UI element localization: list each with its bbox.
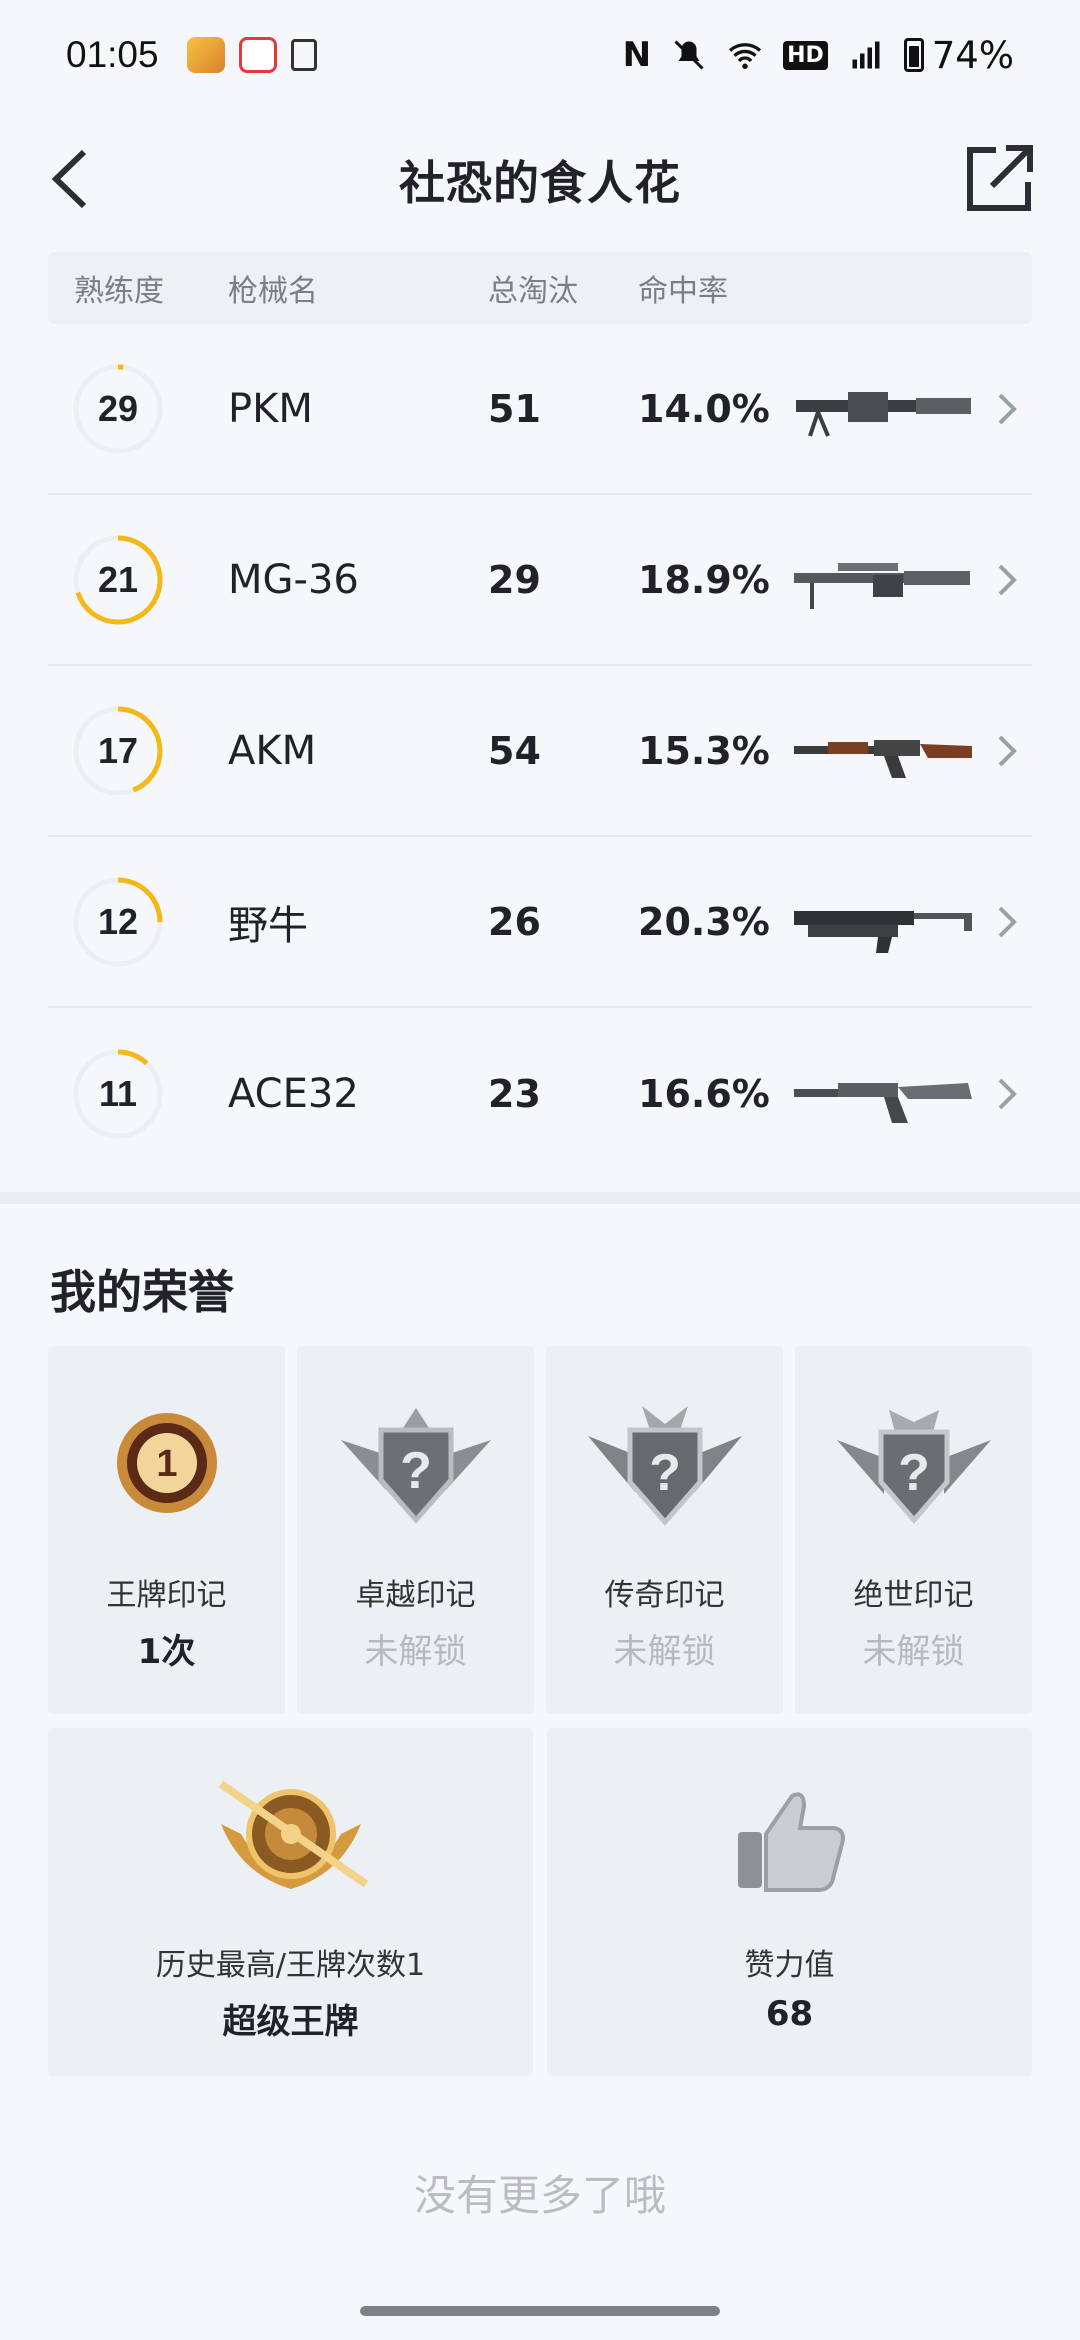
badge-label: 王牌印记 bbox=[106, 1578, 227, 1613]
home-indicator[interactable] bbox=[360, 2306, 720, 2316]
ace-medal-icon: 1 bbox=[116, 1413, 217, 1513]
weapon-row[interactable]: 29 PKM 51 14.0% bbox=[48, 324, 1032, 495]
svg-text:1: 1 bbox=[156, 1443, 177, 1485]
status-bar: 01:05 N HD 74% bbox=[0, 0, 1080, 110]
column-hit-rate: 命中率 bbox=[638, 274, 728, 309]
page-header: 社恐的食人花 bbox=[0, 110, 1080, 250]
rank-value: 超级王牌 bbox=[222, 2002, 359, 2042]
weapon-hit-rate: 15.3% bbox=[638, 728, 770, 773]
weapon-kills: 54 bbox=[488, 728, 541, 773]
battery-icon bbox=[903, 38, 924, 72]
rifle-icon bbox=[794, 562, 970, 609]
badge-value: 未解锁 bbox=[862, 1632, 965, 1672]
smg-icon bbox=[794, 910, 972, 953]
nfc-icon: N bbox=[622, 35, 652, 75]
hd-icon: HD bbox=[783, 40, 828, 70]
weapon-kills: 26 bbox=[488, 899, 541, 944]
proficiency-level: 17 bbox=[97, 729, 139, 771]
proficiency-ring: 17 bbox=[70, 703, 166, 799]
chevron-left-icon bbox=[51, 149, 87, 209]
honors-grid: 1 王牌印记 1次 ? 卓越印记 未解锁 ? 传奇印记 未解锁 ? 绝世印记 未… bbox=[48, 1346, 1032, 2076]
badge-card-excellence[interactable]: ? 卓越印记 未解锁 bbox=[297, 1346, 534, 1714]
likes-label: 赞力值 bbox=[744, 1948, 835, 1983]
proficiency-ring: 11 bbox=[70, 1046, 166, 1142]
share-button[interactable] bbox=[962, 140, 1038, 216]
weapon-hit-rate: 20.3% bbox=[638, 899, 770, 944]
column-proficiency: 熟练度 bbox=[74, 274, 164, 309]
badge-card-peerless[interactable]: ? 绝世印记 未解锁 bbox=[795, 1346, 1032, 1714]
badge-label: 传奇印记 bbox=[604, 1578, 725, 1613]
chevron-right-icon bbox=[998, 735, 1017, 766]
weapon-kills: 29 bbox=[488, 557, 541, 602]
weapon-name: ACE32 bbox=[228, 1070, 359, 1117]
likes-card[interactable]: 赞力值 68 bbox=[547, 1728, 1032, 2076]
chevron-right-icon bbox=[998, 1078, 1017, 1109]
clipboard-icon bbox=[290, 39, 317, 71]
page-title: 社恐的食人花 bbox=[399, 156, 681, 210]
ak-rifle-icon bbox=[794, 739, 972, 778]
weapon-table: 熟练度 枪械名 总淘汰 命中率 29 PKM 51 14.0% 21 MG-36… bbox=[48, 252, 1032, 1179]
chevron-right-icon bbox=[998, 906, 1017, 937]
weapon-kills: 51 bbox=[488, 386, 541, 431]
proficiency-ring: 29 bbox=[70, 361, 166, 457]
proficiency-level: 12 bbox=[97, 900, 139, 942]
proficiency-ring: 12 bbox=[70, 874, 166, 970]
super-ace-rank-icon bbox=[218, 1780, 368, 1889]
locked-shield-badge-icon: ? bbox=[587, 1406, 742, 1526]
weapon-name: 野牛 bbox=[228, 902, 308, 949]
locked-shield-badge-icon: ? bbox=[340, 1408, 491, 1524]
weapon-name: PKM bbox=[228, 385, 313, 432]
thumbs-up-icon bbox=[737, 1792, 845, 1892]
weapon-hit-rate: 18.9% bbox=[638, 557, 770, 602]
badge-value: 1次 bbox=[137, 1632, 196, 1672]
proficiency-ring: 21 bbox=[70, 532, 166, 628]
weapon-kills: 23 bbox=[488, 1071, 541, 1116]
weapon-name: MG-36 bbox=[228, 556, 359, 603]
badge-value: 未解锁 bbox=[613, 1632, 716, 1672]
proficiency-level: 29 bbox=[97, 387, 139, 429]
weapon-row[interactable]: 21 MG-36 29 18.9% bbox=[48, 495, 1032, 666]
badge-card-legend[interactable]: ? 传奇印记 未解锁 bbox=[546, 1346, 783, 1714]
signal-icon bbox=[852, 41, 880, 69]
proficiency-level: 11 bbox=[98, 1072, 138, 1114]
weapon-hit-rate: 14.0% bbox=[638, 386, 770, 431]
no-more-hint: 没有更多了哦 bbox=[413, 2171, 666, 2220]
highest-rank-card[interactable]: 历史最高/王牌次数1 超级王牌 bbox=[48, 1728, 533, 2076]
back-button[interactable] bbox=[40, 144, 100, 214]
chevron-right-icon bbox=[998, 393, 1017, 424]
notification-icons bbox=[186, 37, 317, 73]
column-total-kills: 总淘汰 bbox=[488, 274, 578, 309]
weapon-name: AKM bbox=[228, 727, 317, 774]
badge-label: 卓越印记 bbox=[355, 1578, 476, 1613]
mute-icon bbox=[674, 40, 704, 70]
badge-value: 未解锁 bbox=[364, 1632, 467, 1672]
weapon-row[interactable]: 11 ACE32 23 16.6% bbox=[48, 1008, 1032, 1179]
weapon-row[interactable]: 12 野牛 26 20.3% bbox=[48, 837, 1032, 1008]
proficiency-level: 21 bbox=[97, 558, 139, 600]
badge-label: 绝世印记 bbox=[853, 1578, 974, 1613]
status-time: 01:05 bbox=[66, 34, 159, 75]
likes-value: 68 bbox=[765, 1994, 814, 2034]
assault-rifle-icon bbox=[794, 1082, 972, 1123]
section-divider bbox=[0, 1192, 1080, 1204]
battery-indicator: 74% bbox=[903, 33, 1014, 77]
honors-title: 我的荣誉 bbox=[50, 1265, 234, 1319]
weapon-row[interactable]: 17 AKM 54 15.3% bbox=[48, 666, 1032, 837]
rank-label: 历史最高/王牌次数1 bbox=[155, 1948, 426, 1983]
table-header: 熟练度 枪械名 总淘汰 命中率 bbox=[48, 252, 1032, 324]
svg-text:?: ? bbox=[898, 1444, 930, 1502]
badge-card-ace[interactable]: 1 王牌印记 1次 bbox=[48, 1346, 285, 1714]
battery-percent: 74% bbox=[931, 33, 1014, 77]
news-app-icon bbox=[238, 37, 277, 73]
share-external-icon bbox=[967, 145, 1033, 211]
chevron-right-icon bbox=[998, 564, 1017, 595]
wifi-icon bbox=[728, 43, 762, 69]
svg-text:?: ? bbox=[649, 1444, 681, 1502]
column-weapon-name: 枪械名 bbox=[228, 274, 318, 309]
weapon-hit-rate: 16.6% bbox=[638, 1071, 770, 1116]
locked-shield-badge-icon: ? bbox=[836, 1410, 991, 1524]
svg-text:?: ? bbox=[400, 1442, 432, 1500]
machine-gun-icon bbox=[796, 391, 971, 437]
game-app-icon bbox=[186, 37, 225, 73]
